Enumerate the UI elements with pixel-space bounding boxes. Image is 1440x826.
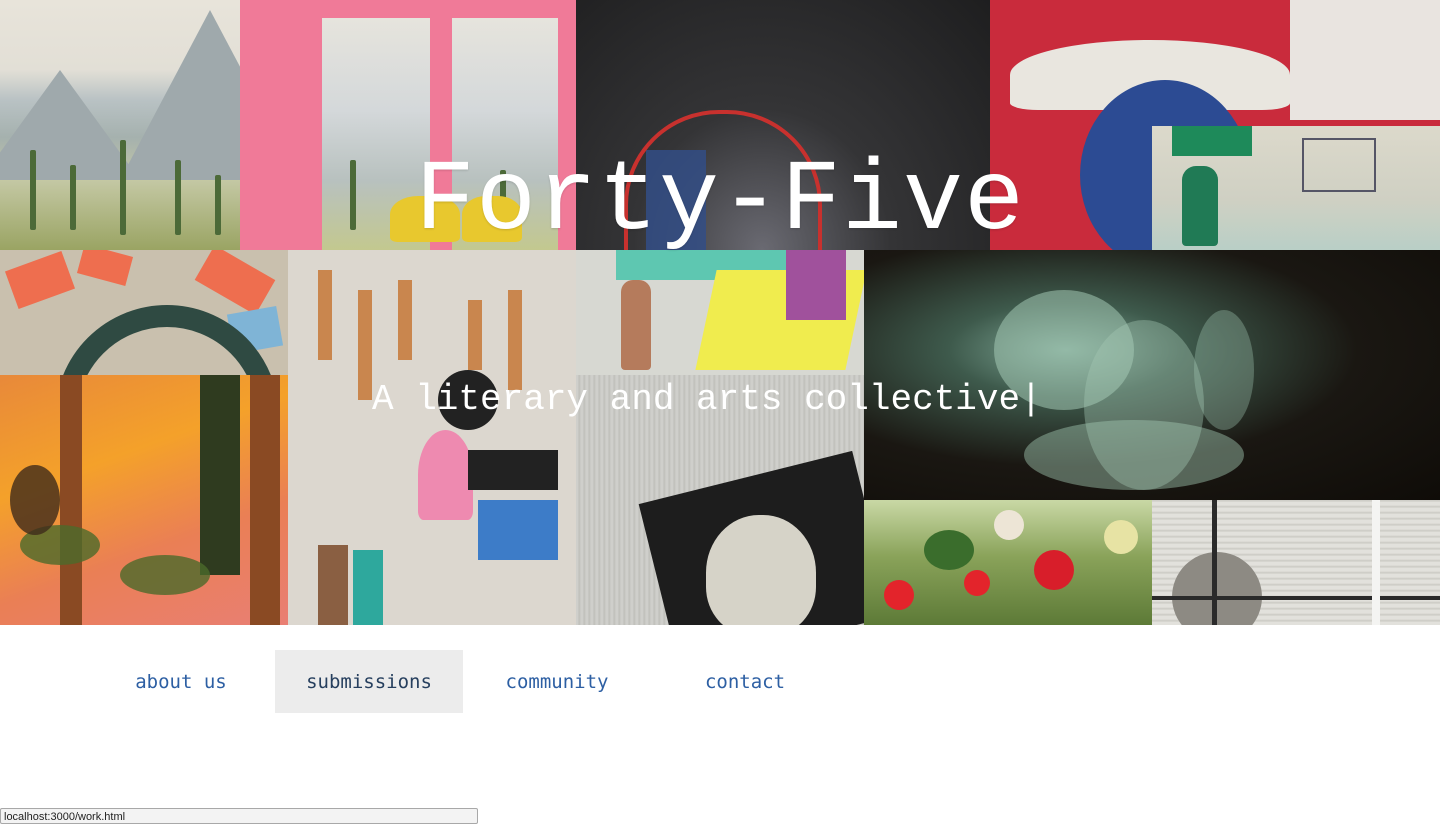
site-tagline: A literary and arts collective|	[372, 378, 1042, 422]
artwork-abstract-arcs	[0, 250, 288, 375]
hero-artwork-collage: Forty-Five A literary and arts collectiv…	[0, 0, 1440, 625]
tagline-text: A literary and arts collective	[372, 379, 1021, 420]
artwork-flowers	[864, 500, 1152, 625]
browser-status-url: localhost:3000/work.html	[0, 808, 478, 824]
nav-community[interactable]: community	[463, 650, 651, 713]
typing-cursor: |	[1020, 379, 1042, 420]
nav-contact[interactable]: contact	[651, 650, 839, 713]
main-nav: about us submissions community contact	[87, 650, 839, 713]
artwork-colorful-figure	[576, 250, 864, 375]
artwork-etching-face	[1152, 500, 1440, 625]
site-title: Forty-Five	[414, 146, 1026, 259]
nav-submissions[interactable]: submissions	[275, 650, 463, 713]
artwork-orange-forest	[0, 375, 288, 625]
page: Forty-Five A literary and arts collectiv…	[0, 0, 1440, 826]
nav-about-us[interactable]: about us	[87, 650, 275, 713]
artwork-dark-waterfall	[864, 250, 1440, 500]
artwork-mixed-collage	[288, 250, 576, 625]
